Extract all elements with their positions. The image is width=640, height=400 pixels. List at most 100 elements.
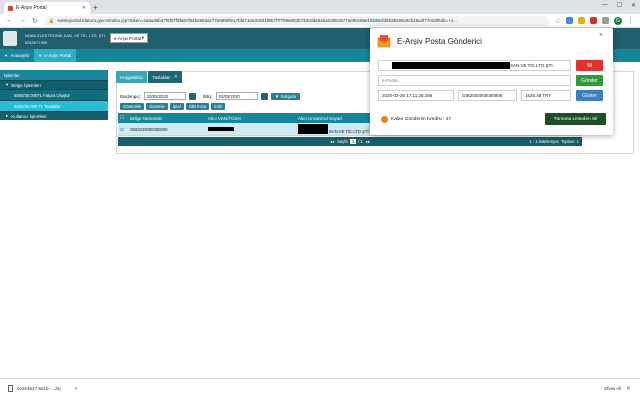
last-page-icon[interactable]: ▸▸ (366, 139, 370, 144)
maximize-icon[interactable]: ☐ (617, 2, 622, 9)
company-name: NOBA ELEKTRONİK SAN. VE TİC. LTD. ŞTİ. (25, 33, 106, 38)
breadcrumb-current[interactable]: ▾ e-Arşiv Portal (34, 49, 77, 62)
envelope-icon (377, 35, 391, 48)
cancel-button[interactable]: İptal (169, 103, 184, 110)
breadcrumb-home[interactable]: ▾ Anasayfa (0, 49, 34, 62)
pager-total: / 1 (358, 139, 363, 144)
redacted-block (298, 124, 328, 134)
lock-icon: 🔒 (48, 17, 55, 23)
show-all-link[interactable]: Show All (604, 386, 621, 391)
panel-tabs: Hoşgeldiniz Taslaklar ✕ (116, 71, 182, 83)
select-all-checkbox[interactable]: ☐ (118, 115, 126, 121)
profile-avatar[interactable]: G (614, 16, 622, 25)
credit-info: Kalan Gönderim Kredisi : 47 (381, 116, 451, 123)
extension-icon[interactable] (590, 17, 597, 24)
favicon-icon (8, 5, 13, 11)
file-icon (8, 385, 13, 392)
chevron-down-icon: ▾ (6, 82, 9, 87)
minimize-icon[interactable]: — (602, 2, 608, 9)
back-icon[interactable]: ← (6, 17, 13, 24)
breadcrumb-home-label: Anasayfa (10, 53, 30, 58)
chevron-down-icon: ▾ (141, 35, 144, 40)
close-icon[interactable]: × (599, 32, 603, 39)
date-filter: Başlangıç: 25/02/2020 Bitiş: 02/03/2020 … (120, 92, 301, 100)
tab-drafts-label: Taslaklar (152, 74, 171, 80)
browser-tab-title: E-Arşiv Portal (16, 5, 47, 11)
sidebar-header: İşlemler (0, 70, 108, 80)
extension-icon[interactable] (566, 17, 573, 24)
gib-logo (3, 31, 17, 46)
start-date-input[interactable]: 25/02/2020 (144, 92, 187, 100)
download-bar (0, 378, 640, 400)
sidebar-group-label: Kullanıcı İşlemleri (11, 113, 47, 119)
chevron-up-icon[interactable]: ˄ (75, 386, 78, 391)
end-date-input[interactable]: 02/03/2020 (215, 92, 258, 100)
star-icon[interactable]: ☆ (555, 17, 561, 25)
chevron-down-icon: ▾ (39, 52, 42, 58)
forward-icon[interactable]: → (19, 17, 26, 24)
close-icon[interactable]: ✕ (174, 74, 178, 80)
popup-title: E-Arşiv Posta Gönderici (397, 37, 482, 46)
gib-sign-button[interactable]: GİB İmza (185, 103, 210, 110)
tab-welcome[interactable]: Hoşgeldiniz (116, 71, 148, 83)
close-window-icon[interactable]: ✕ (631, 2, 636, 9)
portal-select[interactable]: e-Arşiv Portal ▾ (110, 33, 148, 43)
delete-button[interactable]: Sil (576, 60, 603, 71)
doc-no-field: GIB2020000000008 (458, 90, 517, 101)
close-tab-icon[interactable]: ✕ (82, 5, 86, 11)
view-button[interactable]: Görüntüle (120, 103, 145, 110)
sidebar: İşlemler ▾ Belge İşlemleri 5000/30.000TL… (0, 70, 108, 120)
sidebar-group-user[interactable]: ▸ Kullanıcı İşlemleri (0, 111, 108, 120)
extensions: ☆ G ⋮ (555, 16, 634, 25)
calendar-icon[interactable] (260, 92, 268, 100)
show-button[interactable]: Göster (576, 90, 603, 101)
close-icon[interactable]: ✕ (626, 385, 631, 392)
breadcrumb-current-label: e-Arşiv Portal (44, 53, 72, 58)
browser-tab[interactable]: E-Arşiv Portal ✕ (4, 2, 90, 14)
end-date-label: Bitiş: (203, 93, 213, 99)
clear-all-button[interactable]: Tümünü Listeden Sil (545, 113, 606, 125)
cell-vkn (208, 126, 298, 132)
company-suffix: SAN.VE TİC.LTD.ŞTİ. (510, 63, 554, 68)
sidebar-group-label: Belge İşlemleri (11, 82, 41, 88)
datetime-field: 2020-02-26 17:11:28.256 (378, 90, 454, 101)
cell-doc-no: GIB2020000000008 (130, 126, 168, 132)
reload-icon[interactable]: ↻ (32, 17, 38, 25)
first-page-icon[interactable]: ◂◂ (330, 139, 334, 144)
sidebar-item-drafts[interactable]: 5000/30.000 TL Taslaklar (0, 100, 108, 111)
download-item[interactable]: ee2e4827-8a1b-....zip ˄ (8, 385, 77, 392)
edit-button[interactable]: Düzenle (146, 103, 168, 110)
company-tax-no: 6310077499 (25, 40, 48, 45)
pager-summary: 1 - 1 listeleniyor. Toplam: 1 (529, 139, 580, 144)
cell-receiver-suffix: SAN.VE TİC.LTD.ŞTİ. (329, 129, 370, 134)
redacted-block (208, 126, 234, 131)
tab-drafts[interactable]: Taslaklar ✕ (148, 71, 182, 83)
calendar-icon[interactable] (189, 92, 197, 100)
query-button-label: Sorgula (280, 93, 297, 99)
url-text: earsivportal.efatura.gov.tr/index.jsp?to… (57, 18, 458, 23)
chevron-down-icon: ▾ (5, 52, 8, 58)
extension-icon[interactable] (578, 17, 585, 24)
credit-label: Kalan Gönderim Kredisi : 47 (391, 117, 451, 122)
grid-pager: ◂◂ Sayfa 1 / 1 ▸▸ 1 - 1 listeleniyor. To… (118, 137, 582, 146)
sidebar-group-documents[interactable]: ▾ Belge İşlemleri (0, 80, 108, 89)
company-field: SAN.VE TİC.LTD.ŞTİ. (378, 60, 571, 71)
query-button[interactable]: ▼ Sorgula (270, 92, 301, 100)
url-input[interactable]: 🔒 earsivportal.efatura.gov.tr/index.jsp?… (43, 15, 549, 26)
address-bar: ← → ↻ 🔒 earsivportal.efatura.gov.tr/inde… (0, 14, 640, 28)
column-header[interactable]: Belge Numarası (126, 116, 208, 121)
send-button[interactable]: Gönder (576, 75, 603, 86)
chevron-right-icon: ▸ (6, 113, 9, 118)
window-controls: — ☐ ✕ (602, 2, 636, 9)
email-input[interactable]: e-Posta (378, 75, 571, 86)
sidebar-item-create-invoice[interactable]: 5000/30.000TL Fatura Oluştur (0, 89, 108, 100)
extension-icon[interactable] (602, 17, 609, 24)
download-button[interactable]: İndir (211, 103, 226, 110)
portal-select-value: e-Arşiv Portal (114, 35, 142, 41)
column-header[interactable]: Alıcı VKN/TCKN (208, 116, 298, 121)
row-checkbox[interactable]: ☑ (118, 127, 126, 132)
pager-page-input[interactable]: 1 (349, 139, 357, 144)
credit-icon (381, 116, 388, 123)
new-tab-icon[interactable]: + (93, 3, 98, 12)
menu-icon[interactable]: ⋮ (627, 17, 634, 25)
